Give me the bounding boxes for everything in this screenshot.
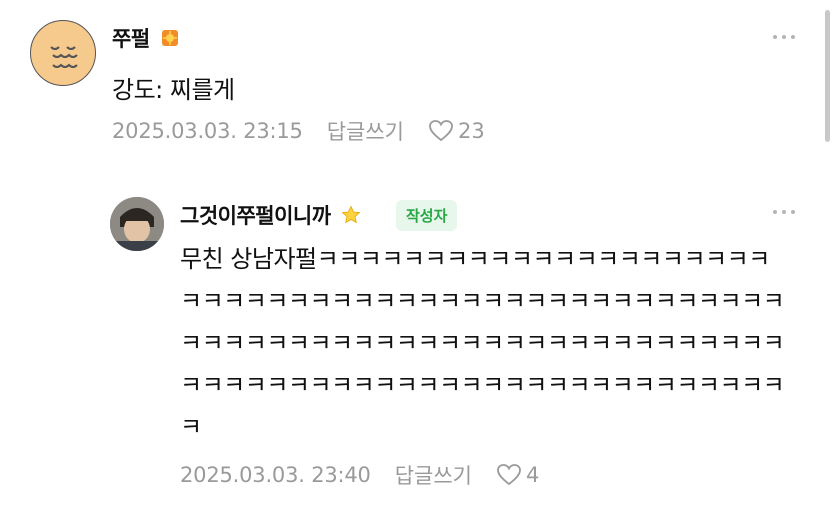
like-count: 4: [526, 463, 540, 487]
heart-icon: [497, 464, 521, 486]
more-options-button[interactable]: [773, 210, 795, 214]
heart-icon: [429, 120, 453, 142]
reply-text: 무친 상남자펄ㅋㅋㅋㅋㅋㅋㅋㅋㅋㅋㅋㅋㅋㅋㅋㅋㅋㅋㅋㅋㅋㅋㅋㅋㅋㅋㅋㅋㅋㅋㅋㅋㅋ…: [180, 245, 785, 441]
comment-meta: 2025.03.03. 23:15 답글쓰기 23: [112, 116, 485, 146]
avatar[interactable]: [30, 20, 96, 86]
dot-icon: [782, 210, 786, 214]
reply-author[interactable]: 그것이쭈펄이니까: [180, 200, 361, 230]
dot-icon: [782, 35, 786, 39]
reply-button[interactable]: 답글쓰기: [327, 116, 404, 146]
comment-date: 2025.03.03. 23:15: [112, 119, 303, 143]
sleepy-face-icon: [50, 46, 78, 68]
like-button[interactable]: 23: [428, 119, 485, 143]
like-button[interactable]: 4: [496, 463, 539, 487]
reply-meta: 2025.03.03. 23:40 답글쓰기 4: [180, 460, 539, 490]
dot-icon: [773, 35, 777, 39]
reply-button[interactable]: 답글쓰기: [395, 460, 472, 490]
scrollbar[interactable]: [825, 10, 830, 142]
more-options-button[interactable]: [773, 35, 795, 39]
dot-icon: [791, 35, 795, 39]
avatar[interactable]: [110, 197, 164, 251]
comment-author[interactable]: 쭈펄: [112, 23, 180, 53]
reply-date: 2025.03.03. 23:40: [180, 463, 371, 487]
like-count: 23: [458, 119, 485, 143]
sun-badge-icon: [160, 28, 180, 53]
profile-photo-icon: [110, 197, 164, 251]
comment-text: 강도: 찌를게: [112, 76, 235, 104]
dot-icon: [791, 210, 795, 214]
dot-icon: [773, 210, 777, 214]
author-badge: 작성자: [396, 200, 458, 231]
star-badge-icon: [341, 205, 361, 230]
